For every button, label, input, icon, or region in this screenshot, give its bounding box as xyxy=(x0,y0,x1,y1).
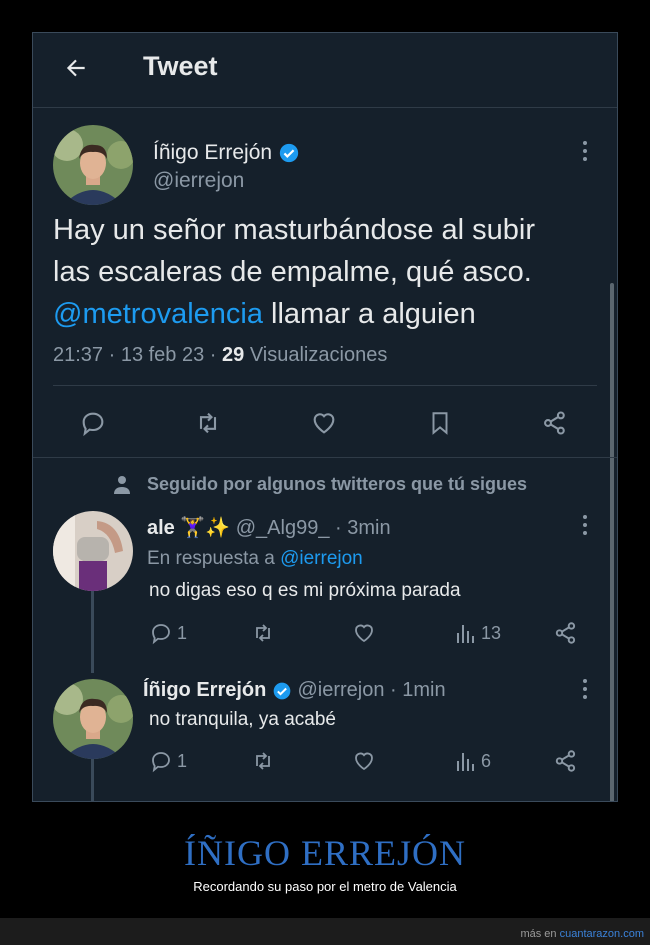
avatar[interactable] xyxy=(53,679,133,759)
site-credit: más en cuantarazon.com xyxy=(520,928,644,940)
back-arrow-icon[interactable] xyxy=(63,55,89,81)
author-name[interactable]: Íñigo Errejón xyxy=(153,141,300,165)
mention-link[interactable]: @metrovalencia xyxy=(53,298,263,330)
person-icon xyxy=(114,476,130,494)
views-count[interactable]: 29 xyxy=(222,344,244,366)
site-link[interactable]: cuantarazon.com xyxy=(560,928,644,940)
views-icon[interactable] xyxy=(455,749,477,773)
more-options-icon[interactable] xyxy=(583,515,587,539)
reply-text: no digas eso q es mi próxima parada xyxy=(149,580,461,601)
caption-subtitle: Recordando su paso por el metro de Valen… xyxy=(193,879,457,894)
reply-icon[interactable] xyxy=(79,409,107,437)
tweet-text: Hay un señor masturbándose al subir las … xyxy=(53,214,535,330)
followed-note: Seguido por algunos twitteros que tú sig… xyxy=(147,474,528,494)
more-options-icon[interactable] xyxy=(583,679,587,703)
share-icon[interactable] xyxy=(553,748,579,774)
share-icon[interactable] xyxy=(541,409,569,437)
reply-author[interactable]: ale 🏋️‍♀️✨ @_Alg99_ · 3min xyxy=(147,515,391,540)
views-icon[interactable] xyxy=(455,621,477,645)
divider xyxy=(33,457,617,458)
reply-text: no tranquila, ya acabé xyxy=(149,709,336,730)
like-icon[interactable] xyxy=(309,409,339,437)
reply-count: 1 xyxy=(177,751,188,771)
caption-title: ÍÑIGO ERREJÓN xyxy=(184,833,466,873)
views-count: 13 xyxy=(481,623,502,643)
reply-author[interactable]: Íñigo Errejón @ierrejon · 1min xyxy=(143,679,446,702)
retweet-icon[interactable] xyxy=(193,409,223,437)
avatar[interactable] xyxy=(53,511,133,591)
verified-badge-icon xyxy=(279,144,299,163)
verified-badge-icon xyxy=(273,682,291,700)
author-handle[interactable]: @ierrejon xyxy=(153,169,244,193)
more-options-icon[interactable] xyxy=(583,141,587,165)
tweet-screenshot: Tweet Íñigo Errejón @ierrejon Hay un señ… xyxy=(32,32,618,802)
page-title: Tweet xyxy=(143,51,218,81)
reply-icon[interactable] xyxy=(149,749,173,773)
like-icon[interactable] xyxy=(351,621,377,645)
bookmark-icon[interactable] xyxy=(427,409,453,437)
tweet-meta: 21:37 · 13 feb 23 · 29 Visualizaciones xyxy=(53,344,388,366)
views-count: 6 xyxy=(481,751,492,771)
divider xyxy=(53,385,597,386)
scrollbar[interactable] xyxy=(610,283,614,801)
reply-icon[interactable] xyxy=(149,621,173,645)
reply-count: 1 xyxy=(177,623,188,643)
thread-line xyxy=(91,589,94,673)
thread-line xyxy=(91,759,94,801)
mention-link[interactable]: @ierrejon xyxy=(280,548,363,569)
avatar[interactable] xyxy=(53,125,133,205)
in-reply-to: En respuesta a @ierrejon xyxy=(147,548,363,569)
like-icon[interactable] xyxy=(351,749,377,773)
share-icon[interactable] xyxy=(553,620,579,646)
header: Tweet xyxy=(33,33,617,108)
retweet-icon[interactable] xyxy=(249,749,277,773)
retweet-icon[interactable] xyxy=(249,621,277,645)
